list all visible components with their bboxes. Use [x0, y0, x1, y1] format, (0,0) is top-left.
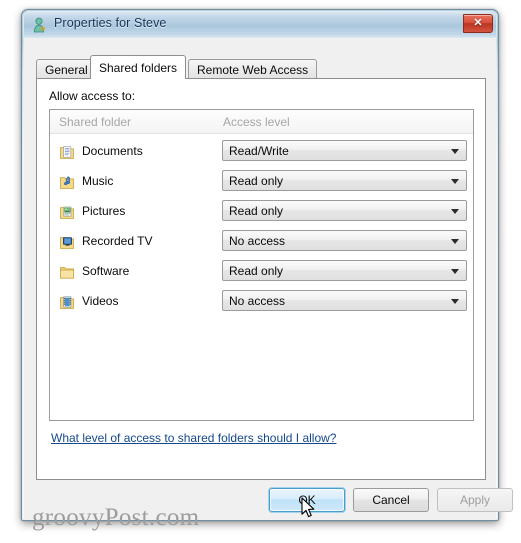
- tab-strip: General Shared folders Remote Web Access: [36, 55, 486, 79]
- documents-folder-icon: [59, 144, 75, 160]
- access-level-dropdown-videos[interactable]: No access: [222, 290, 467, 311]
- videos-folder-icon: [59, 294, 75, 310]
- access-level-value: Read only: [229, 264, 284, 278]
- folder-name: Pictures: [82, 204, 126, 218]
- software-folder-icon: [59, 264, 75, 280]
- title-bar[interactable]: Properties for Steve ✕: [24, 12, 496, 38]
- ok-button-label: OK: [298, 493, 316, 507]
- ok-button[interactable]: OK: [269, 488, 345, 512]
- recorded-tv-folder-icon: [59, 234, 75, 250]
- access-level-dropdown-recorded-tv[interactable]: No access: [222, 230, 467, 251]
- chevron-down-icon: [451, 209, 459, 214]
- apply-button: Apply: [437, 488, 513, 512]
- cancel-button[interactable]: Cancel: [353, 488, 429, 512]
- dialog-body: General Shared folders Remote Web Access…: [24, 38, 513, 531]
- tab-general-label: General: [45, 62, 88, 77]
- table-row: Pictures Read only: [50, 198, 473, 228]
- close-icon[interactable]: ✕: [463, 14, 493, 33]
- access-level-value: No access: [229, 294, 286, 308]
- tab-general[interactable]: General: [36, 59, 97, 79]
- table-row: Music Read only: [50, 168, 473, 198]
- tab-remote-web-access-label: Remote Web Access: [197, 62, 309, 77]
- access-level-value: Read only: [229, 174, 284, 188]
- access-level-dropdown-documents[interactable]: Read/Write: [222, 140, 467, 161]
- tab-shared-folders[interactable]: Shared folders: [90, 55, 187, 79]
- chevron-down-icon: [451, 149, 459, 154]
- music-folder-icon: [59, 174, 75, 190]
- access-level-dropdown-software[interactable]: Read only: [222, 260, 467, 281]
- list-header-row: Shared folder Access level: [50, 110, 473, 134]
- chevron-down-icon: [451, 239, 459, 244]
- allow-access-label: Allow access to:: [49, 89, 136, 103]
- folder-name: Software: [82, 264, 130, 278]
- window-title: Properties for Steve: [54, 16, 167, 30]
- screen-background: Properties for Steve ✕ General Shared fo…: [0, 0, 521, 543]
- tab-shared-folders-label: Shared folders: [99, 60, 178, 75]
- folder-name: Music: [82, 174, 114, 188]
- pictures-folder-icon: [59, 204, 75, 220]
- close-glyph: ✕: [473, 17, 483, 29]
- access-level-dropdown-music[interactable]: Read only: [222, 170, 467, 191]
- access-level-value: Read/Write: [229, 144, 289, 158]
- shared-folders-list: Shared folder Access level Documents Rea…: [49, 109, 474, 421]
- access-level-dropdown-pictures[interactable]: Read only: [222, 200, 467, 221]
- tab-content-panel: Allow access to: Shared folder Access le…: [36, 78, 486, 480]
- table-row: Videos No access: [50, 288, 473, 318]
- dialog-button-bar: OK Cancel Apply: [24, 488, 513, 520]
- help-link-access-levels[interactable]: What level of access to shared folders s…: [51, 431, 336, 445]
- folder-name: Videos: [82, 294, 119, 308]
- apply-button-label: Apply: [459, 493, 491, 507]
- table-row: Recorded TV No access: [50, 228, 473, 258]
- tab-remote-web-access[interactable]: Remote Web Access: [188, 59, 318, 79]
- access-level-value: Read only: [229, 204, 284, 218]
- folder-name: Recorded TV: [82, 234, 153, 248]
- folder-name: Documents: [82, 144, 143, 158]
- table-row: Documents Read/Write: [50, 138, 473, 168]
- column-header-access-level: Access level: [223, 115, 290, 129]
- cancel-button-label: Cancel: [372, 493, 410, 507]
- chevron-down-icon: [451, 269, 459, 274]
- column-header-shared-folder: Shared folder: [59, 115, 132, 129]
- properties-dialog-window: Properties for Steve ✕ General Shared fo…: [21, 9, 513, 531]
- table-row: Software Read only: [50, 258, 473, 288]
- access-level-value: No access: [229, 234, 286, 248]
- chevron-down-icon: [451, 179, 459, 184]
- user-icon: [32, 17, 48, 33]
- chevron-down-icon: [451, 299, 459, 304]
